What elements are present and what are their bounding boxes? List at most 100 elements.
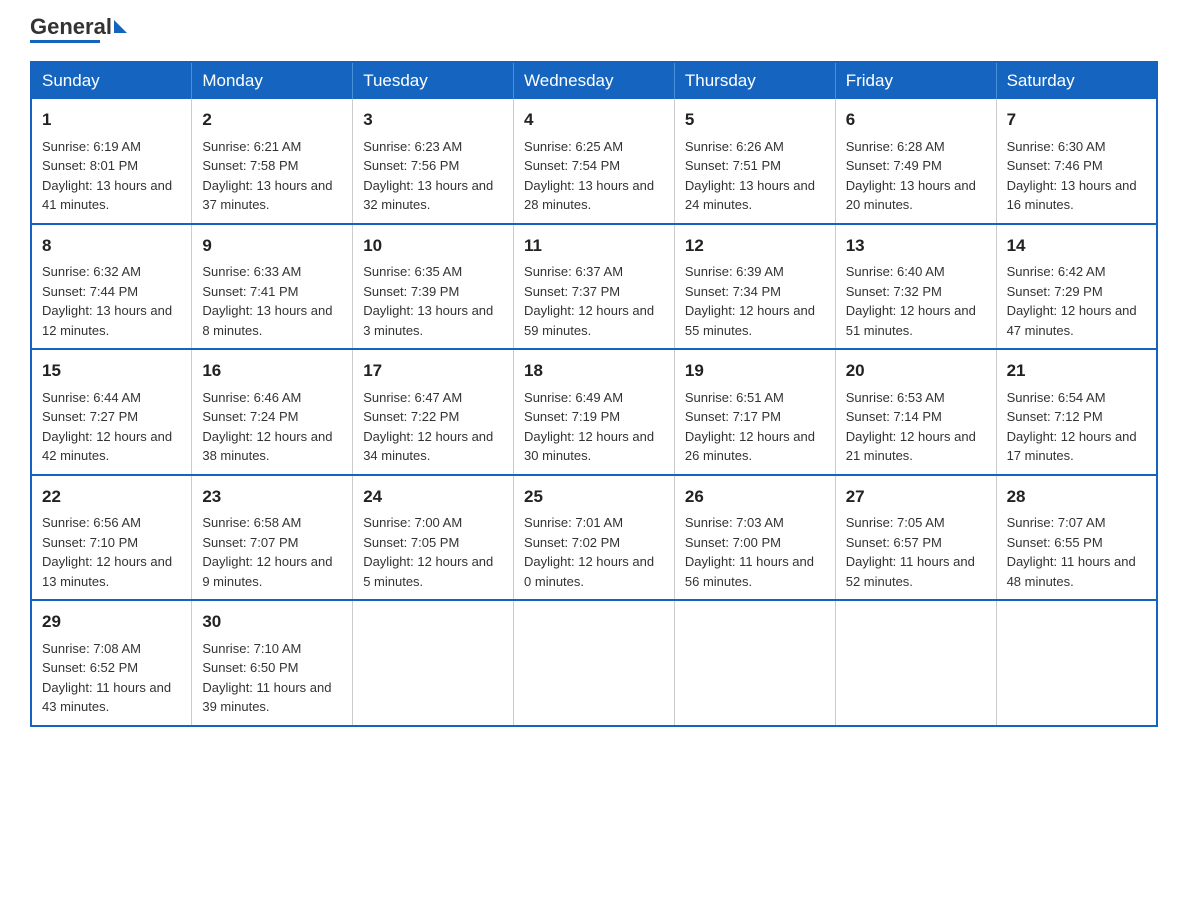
day-number: 9 <box>202 233 342 259</box>
calendar-day-cell: 10 Sunrise: 6:35 AMSunset: 7:39 PMDayligh… <box>353 224 514 350</box>
day-number: 25 <box>524 484 664 510</box>
day-number: 17 <box>363 358 503 384</box>
calendar-empty-cell <box>674 600 835 726</box>
calendar-day-cell: 25Sunrise: 7:01 AMSunset: 7:02 PMDayligh… <box>514 475 675 601</box>
calendar-day-cell: 30 Sunrise: 7:10 AMSunset: 6:50 PMDayligh… <box>192 600 353 726</box>
day-number: 12 <box>685 233 825 259</box>
calendar-day-cell: 11Sunrise: 6:37 AMSunset: 7:37 PMDayligh… <box>514 224 675 350</box>
weekday-header-monday: Monday <box>192 62 353 99</box>
page-header: General <box>30 20 1158 43</box>
day-number: 19 <box>685 358 825 384</box>
day-info: Sunrise: 6:56 AMSunset: 7:10 PMDaylight:… <box>42 513 181 591</box>
day-number: 24 <box>363 484 503 510</box>
day-info: Sunrise: 6:47 AMSunset: 7:22 PMDaylight:… <box>363 388 503 466</box>
day-info: Sunrise: 6:46 AMSunset: 7:24 PMDaylight:… <box>202 388 342 466</box>
calendar-day-cell: 29Sunrise: 7:08 AMSunset: 6:52 PMDayligh… <box>31 600 192 726</box>
day-info: Sunrise: 6:30 AMSunset: 7:46 PMDaylight:… <box>1007 137 1146 215</box>
day-number: 20 <box>846 358 986 384</box>
calendar-week-row: 15Sunrise: 6:44 AMSunset: 7:27 PMDayligh… <box>31 349 1157 475</box>
day-info: Sunrise: 6:25 AMSunset: 7:54 PMDaylight:… <box>524 137 664 215</box>
calendar-empty-cell <box>514 600 675 726</box>
calendar-day-cell: 5Sunrise: 6:26 AMSunset: 7:51 PMDaylight… <box>674 99 835 224</box>
calendar-day-cell: 28Sunrise: 7:07 AMSunset: 6:55 PMDayligh… <box>996 475 1157 601</box>
calendar-day-cell: 26 Sunrise: 7:03 AMSunset: 7:00 PMDayligh… <box>674 475 835 601</box>
day-number: 26 <box>685 484 825 510</box>
day-info: Sunrise: 6:58 AMSunset: 7:07 PMDaylight:… <box>202 513 342 591</box>
logo-underline <box>30 40 100 43</box>
day-info: Sunrise: 6:26 AMSunset: 7:51 PMDaylight:… <box>685 137 825 215</box>
day-number: 8 <box>42 233 181 259</box>
day-info: Sunrise: 7:00 AMSunset: 7:05 PMDaylight:… <box>363 513 503 591</box>
day-number: 18 <box>524 358 664 384</box>
day-number: 10 <box>363 233 503 259</box>
calendar-day-cell: 17 Sunrise: 6:47 AMSunset: 7:22 PMDayligh… <box>353 349 514 475</box>
calendar-day-cell: 20 Sunrise: 6:53 AMSunset: 7:14 PMDayligh… <box>835 349 996 475</box>
day-number: 22 <box>42 484 181 510</box>
calendar-day-cell: 1 Sunrise: 6:19 AMSunset: 8:01 PMDaylight… <box>31 99 192 224</box>
day-info: Sunrise: 6:49 AMSunset: 7:19 PMDaylight:… <box>524 388 664 466</box>
calendar-day-cell: 14 Sunrise: 6:42 AMSunset: 7:29 PMDayligh… <box>996 224 1157 350</box>
weekday-header-wednesday: Wednesday <box>514 62 675 99</box>
calendar-day-cell: 7 Sunrise: 6:30 AMSunset: 7:46 PMDaylight… <box>996 99 1157 224</box>
calendar-day-cell: 8 Sunrise: 6:32 AMSunset: 7:44 PMDaylight… <box>31 224 192 350</box>
day-number: 23 <box>202 484 342 510</box>
day-number: 3 <box>363 107 503 133</box>
calendar-week-row: 29Sunrise: 7:08 AMSunset: 6:52 PMDayligh… <box>31 600 1157 726</box>
weekday-header-thursday: Thursday <box>674 62 835 99</box>
calendar-day-cell: 19 Sunrise: 6:51 AMSunset: 7:17 PMDayligh… <box>674 349 835 475</box>
calendar-empty-cell <box>835 600 996 726</box>
day-number: 4 <box>524 107 664 133</box>
day-info: Sunrise: 7:05 AMSunset: 6:57 PMDaylight:… <box>846 513 986 591</box>
weekday-header-row: SundayMondayTuesdayWednesdayThursdayFrid… <box>31 62 1157 99</box>
day-number: 29 <box>42 609 181 635</box>
day-number: 14 <box>1007 233 1146 259</box>
day-info: Sunrise: 6:28 AMSunset: 7:49 PMDaylight:… <box>846 137 986 215</box>
weekday-header-tuesday: Tuesday <box>353 62 514 99</box>
day-number: 16 <box>202 358 342 384</box>
calendar-day-cell: 22 Sunrise: 6:56 AMSunset: 7:10 PMDayligh… <box>31 475 192 601</box>
day-info: Sunrise: 6:32 AMSunset: 7:44 PMDaylight:… <box>42 262 181 340</box>
calendar-week-row: 8 Sunrise: 6:32 AMSunset: 7:44 PMDaylight… <box>31 224 1157 350</box>
logo-area: General <box>30 20 127 43</box>
calendar-day-cell: 21 Sunrise: 6:54 AMSunset: 7:12 PMDayligh… <box>996 349 1157 475</box>
calendar-day-cell: 12 Sunrise: 6:39 AMSunset: 7:34 PMDayligh… <box>674 224 835 350</box>
day-info: Sunrise: 6:40 AMSunset: 7:32 PMDaylight:… <box>846 262 986 340</box>
day-info: Sunrise: 6:51 AMSunset: 7:17 PMDaylight:… <box>685 388 825 466</box>
day-number: 30 <box>202 609 342 635</box>
day-info: Sunrise: 6:37 AMSunset: 7:37 PMDaylight:… <box>524 262 664 340</box>
calendar-day-cell: 18 Sunrise: 6:49 AMSunset: 7:19 PMDayligh… <box>514 349 675 475</box>
calendar-day-cell: 27 Sunrise: 7:05 AMSunset: 6:57 PMDayligh… <box>835 475 996 601</box>
weekday-header-saturday: Saturday <box>996 62 1157 99</box>
day-info: Sunrise: 7:10 AMSunset: 6:50 PMDaylight:… <box>202 639 342 717</box>
calendar-day-cell: 13 Sunrise: 6:40 AMSunset: 7:32 PMDayligh… <box>835 224 996 350</box>
day-info: Sunrise: 6:39 AMSunset: 7:34 PMDaylight:… <box>685 262 825 340</box>
calendar-day-cell: 4 Sunrise: 6:25 AMSunset: 7:54 PMDaylight… <box>514 99 675 224</box>
calendar-week-row: 1 Sunrise: 6:19 AMSunset: 8:01 PMDaylight… <box>31 99 1157 224</box>
weekday-header-friday: Friday <box>835 62 996 99</box>
day-number: 13 <box>846 233 986 259</box>
day-info: Sunrise: 6:44 AMSunset: 7:27 PMDaylight:… <box>42 388 181 466</box>
calendar-day-cell: 16 Sunrise: 6:46 AMSunset: 7:24 PMDayligh… <box>192 349 353 475</box>
day-info: Sunrise: 7:07 AMSunset: 6:55 PMDaylight:… <box>1007 513 1146 591</box>
day-number: 7 <box>1007 107 1146 133</box>
day-info: Sunrise: 6:23 AMSunset: 7:56 PMDaylight:… <box>363 137 503 215</box>
day-info: Sunrise: 6:54 AMSunset: 7:12 PMDaylight:… <box>1007 388 1146 466</box>
calendar-day-cell: 24 Sunrise: 7:00 AMSunset: 7:05 PMDayligh… <box>353 475 514 601</box>
calendar-week-row: 22 Sunrise: 6:56 AMSunset: 7:10 PMDayligh… <box>31 475 1157 601</box>
calendar-day-cell: 3 Sunrise: 6:23 AMSunset: 7:56 PMDaylight… <box>353 99 514 224</box>
logo-flag-icon <box>114 20 127 33</box>
calendar-empty-cell <box>996 600 1157 726</box>
day-number: 6 <box>846 107 986 133</box>
day-info: Sunrise: 6:42 AMSunset: 7:29 PMDaylight:… <box>1007 262 1146 340</box>
day-info: Sunrise: 6:53 AMSunset: 7:14 PMDaylight:… <box>846 388 986 466</box>
day-info: Sunrise: 7:03 AMSunset: 7:00 PMDaylight:… <box>685 513 825 591</box>
calendar-day-cell: 9Sunrise: 6:33 AMSunset: 7:41 PMDaylight… <box>192 224 353 350</box>
day-number: 21 <box>1007 358 1146 384</box>
day-info: Sunrise: 6:35 AMSunset: 7:39 PMDaylight:… <box>363 262 503 340</box>
calendar-table: SundayMondayTuesdayWednesdayThursdayFrid… <box>30 61 1158 727</box>
calendar-day-cell: 6 Sunrise: 6:28 AMSunset: 7:49 PMDaylight… <box>835 99 996 224</box>
day-info: Sunrise: 6:19 AMSunset: 8:01 PMDaylight:… <box>42 137 181 215</box>
day-number: 27 <box>846 484 986 510</box>
day-info: Sunrise: 6:21 AMSunset: 7:58 PMDaylight:… <box>202 137 342 215</box>
day-number: 1 <box>42 107 181 133</box>
